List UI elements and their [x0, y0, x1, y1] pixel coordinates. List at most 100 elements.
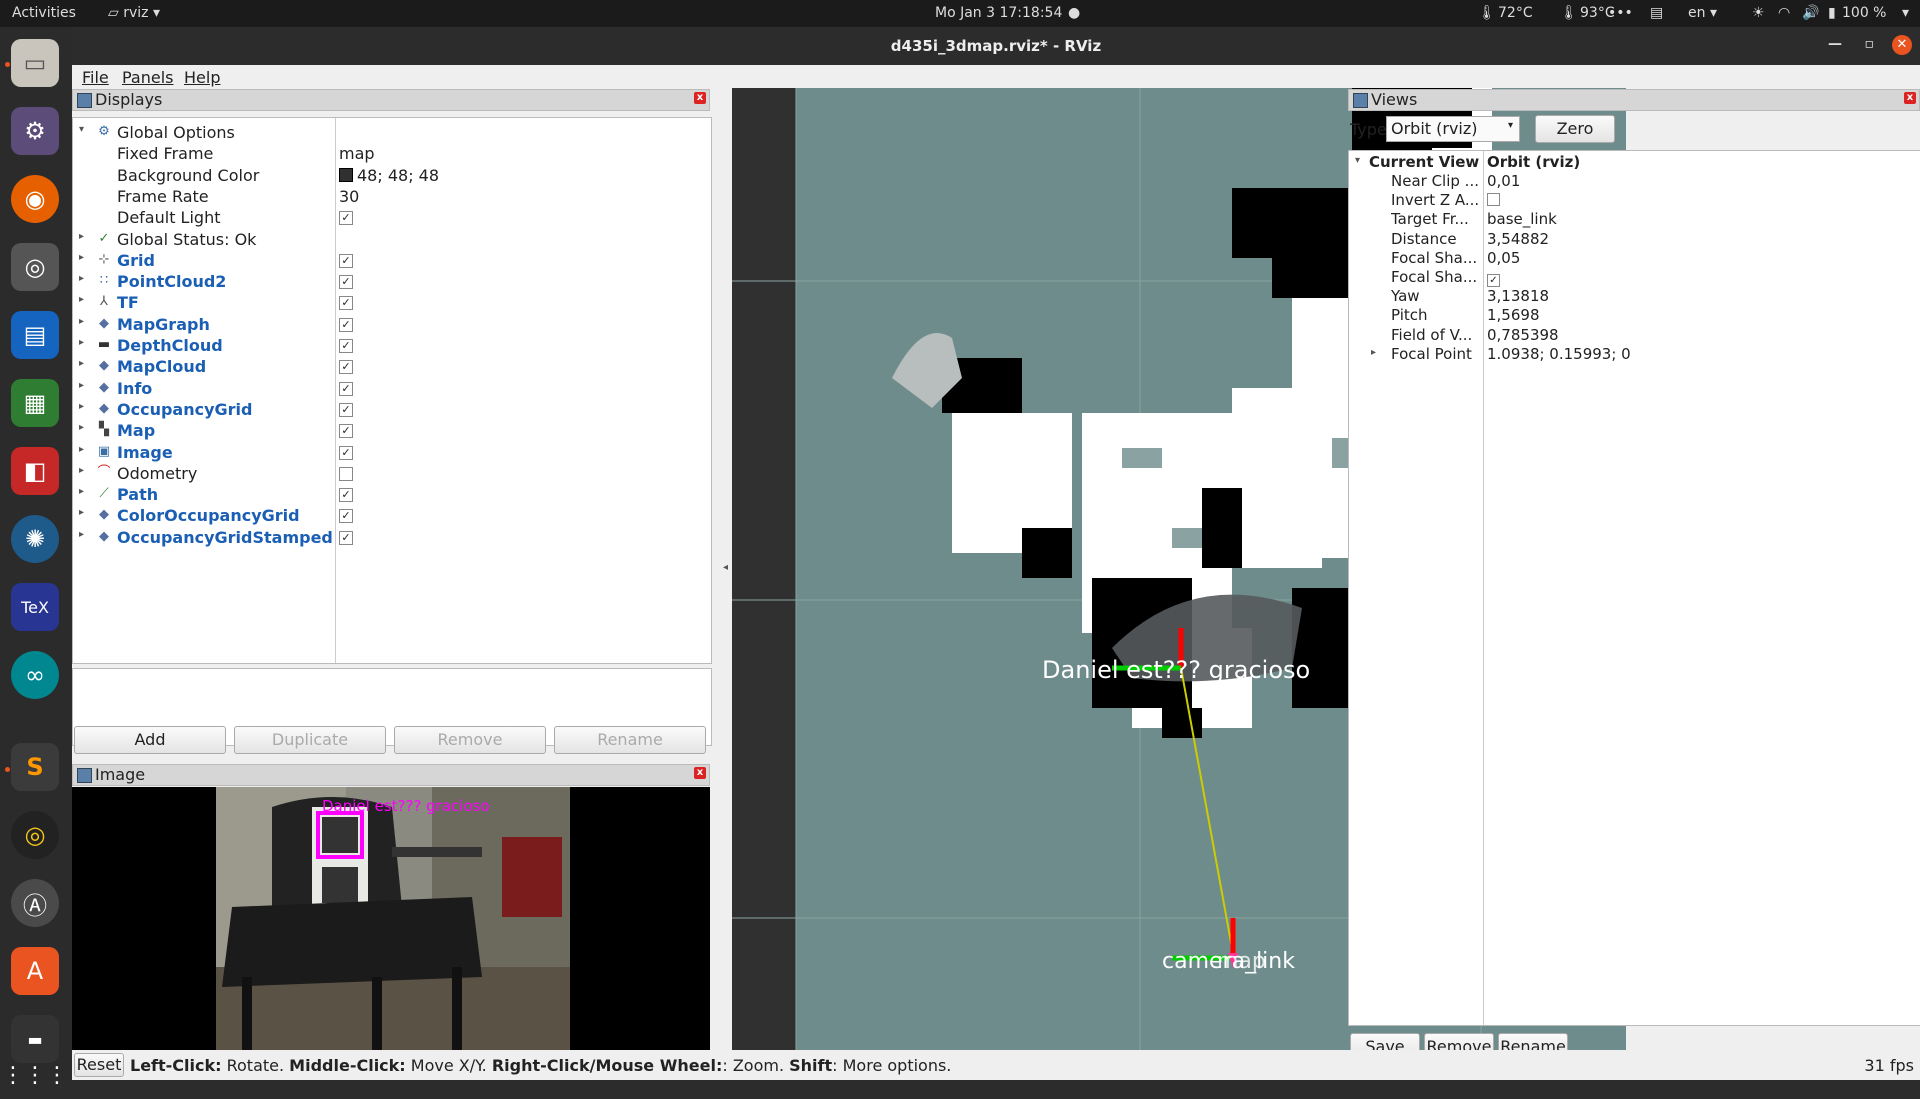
enable-checkbox[interactable]: ✓ [339, 360, 353, 375]
expand-arrow-icon[interactable]: ▸ [79, 422, 84, 433]
camera-icon[interactable]: ◎ [11, 243, 59, 291]
enable-checkbox[interactable] [339, 466, 353, 481]
arduino-icon[interactable]: ∞ [11, 651, 59, 699]
expand-arrow-icon[interactable]: ▸ [79, 380, 84, 391]
view-property-value[interactable]: 0,05 [1487, 249, 1520, 267]
expand-arrow-icon[interactable]: ▸ [79, 358, 84, 369]
enable-checkbox[interactable]: ✓ [339, 253, 353, 268]
calc-icon[interactable]: ▦ [11, 379, 59, 427]
display-row[interactable]: ▸ ▬ DepthCloud ✓ [73, 335, 711, 356]
show-apps-icon[interactable]: ⋮⋮⋮ [2, 1051, 68, 1099]
display-row[interactable]: ▸ ◆ OccupancyGrid ✓ [73, 399, 711, 420]
view-property-row[interactable]: Distance 3,54882 [1349, 230, 1920, 249]
expand-arrow-icon[interactable]: ▸ [79, 316, 84, 327]
display-row[interactable]: ▸ ▣ Image ✓ [73, 442, 711, 463]
menu-file[interactable]: File [82, 68, 109, 87]
expand-arrow-icon[interactable]: ▾ [79, 124, 84, 135]
close-panel-icon[interactable]: x [1904, 92, 1916, 104]
display-row[interactable]: ▸ ✓ Global Status: Ok [73, 229, 711, 250]
enable-checkbox[interactable]: ✓ [339, 509, 353, 524]
expand-arrow-icon[interactable]: ▸ [79, 444, 84, 455]
clock[interactable]: Mo Jan 3 17:18:54 [935, 5, 1062, 21]
view-property-value[interactable]: ✓ [1487, 268, 1500, 287]
close-panel-icon[interactable]: x [694, 92, 706, 104]
minimize-icon[interactable]: — [1828, 36, 1842, 52]
expand-arrow-icon[interactable]: ▸ [79, 231, 84, 242]
display-row[interactable]: Fixed Frame map [73, 143, 711, 164]
display-row[interactable]: ▸ ⟋ Path ✓ [73, 484, 711, 505]
software-icon[interactable]: A [11, 947, 59, 995]
view-property-value[interactable]: 1,5698 [1487, 306, 1540, 324]
view-property-value[interactable]: base_link [1487, 210, 1557, 228]
enable-checkbox[interactable]: ✓ [339, 402, 353, 417]
view-property-value[interactable]: 3,54882 [1487, 230, 1549, 248]
display-row[interactable]: ▸ ◆ Info ✓ [73, 378, 711, 399]
enable-checkbox[interactable]: ✓ [339, 381, 353, 396]
files-icon[interactable]: ▭ [11, 39, 59, 87]
property-checkbox[interactable] [1487, 193, 1500, 207]
volume-icon[interactable]: 🔊 [1802, 5, 1819, 21]
property-checkbox[interactable]: ✓ [1487, 274, 1500, 287]
remove-button[interactable]: Remove [394, 726, 546, 754]
display-row[interactable]: ▸ ▚ Map ✓ [73, 420, 711, 441]
expand-arrow-icon[interactable]: ▸ [79, 486, 84, 497]
reset-button[interactable]: Reset [74, 1053, 124, 1077]
view-property-value[interactable]: 3,13818 [1487, 287, 1549, 305]
display-row[interactable]: ▸ ⊹ Grid ✓ [73, 250, 711, 271]
view-property-value[interactable]: 0,01 [1487, 172, 1520, 190]
view-property-value[interactable] [1487, 191, 1500, 209]
enable-checkbox[interactable]: ✓ [339, 339, 353, 353]
settings-icon[interactable]: ⚙ [11, 107, 59, 155]
view-type-select[interactable]: Orbit (rviz) ▾ [1386, 116, 1520, 142]
display-row[interactable]: ▸ ◆ MapGraph ✓ [73, 314, 711, 335]
app-center-icon[interactable]: Ⓐ [11, 879, 59, 927]
enable-checkbox[interactable]: ✓ [339, 424, 353, 439]
add-button[interactable]: Add [74, 726, 226, 754]
cpu-temp[interactable]: 72°C [1498, 5, 1533, 21]
view-property-row[interactable]: Yaw 3,13818 [1349, 287, 1920, 306]
collapse-left-arrow-icon[interactable]: ◂ [723, 562, 728, 573]
display-row[interactable]: Default Light ✓ [73, 207, 711, 228]
display-row[interactable]: ▸ ⌒ Odometry [73, 463, 711, 484]
color-swatch[interactable] [339, 167, 353, 182]
display-row[interactable]: Frame Rate 30 [73, 186, 711, 207]
view-property-row[interactable]: Focal Sha... 0,05 [1349, 249, 1920, 268]
zero-button[interactable]: Zero [1535, 115, 1615, 143]
writer-icon[interactable]: ▤ [11, 311, 59, 359]
blender-icon[interactable]: ✺ [11, 515, 59, 563]
expand-arrow-icon[interactable]: ▸ [79, 273, 84, 284]
view-property-row[interactable]: Field of V... 0,785398 [1349, 326, 1920, 345]
expand-arrow-icon[interactable]: ▸ [1371, 347, 1376, 358]
view-property-row[interactable]: Pitch 1,5698 [1349, 306, 1920, 325]
enable-checkbox[interactable]: ✓ [339, 445, 353, 460]
view-property-value[interactable]: 0,785398 [1487, 326, 1559, 344]
rename-button[interactable]: Rename [554, 726, 706, 754]
view-property-row[interactable]: Focal Sha... ✓ [1349, 268, 1920, 287]
display-row[interactable]: Background Color 48; 48; 48 [73, 165, 711, 186]
expand-arrow-icon[interactable]: ▸ [79, 401, 84, 412]
camera-image-view[interactable]: Daniel est??? gracioso [72, 787, 710, 1059]
sublime-icon[interactable]: S [11, 743, 59, 791]
display-value[interactable]: 48; 48; 48 [339, 166, 439, 185]
display-value[interactable]: map [339, 144, 375, 163]
menu-help[interactable]: Help [184, 68, 220, 87]
expand-arrow-icon[interactable]: ▸ [79, 507, 84, 518]
view-property-row[interactable]: Near Clip ... 0,01 [1349, 172, 1920, 191]
display-row[interactable]: ▸ ∷ PointCloud2 ✓ [73, 271, 711, 292]
expand-arrow-icon[interactable]: ▸ [79, 252, 84, 263]
system-menu-arrow-icon[interactable]: ▾ [1902, 5, 1909, 21]
displays-tree[interactable]: ▾ ⚙ Global Options Fixed Frame map Background… [72, 117, 712, 664]
view-property-value[interactable]: 1.0938; 0.15993; 0 [1487, 345, 1631, 363]
display-row[interactable]: ▸ ◆ OccupancyGridStamped ✓ [73, 527, 711, 548]
tex-icon[interactable]: TeX [11, 583, 59, 631]
apps-grid-icon[interactable]: ◧ [11, 447, 59, 495]
view-properties[interactable]: ▾ Current View Orbit (rviz) Near Clip ... 0,… [1348, 150, 1920, 1026]
view-property-row[interactable]: Target Fr... base_link [1349, 210, 1920, 229]
wifi-icon[interactable]: ◠ [1778, 5, 1790, 21]
current-view-row[interactable]: ▾ Current View Orbit (rviz) [1349, 153, 1920, 172]
language-selector[interactable]: en ▾ [1688, 5, 1717, 21]
expand-arrow-icon[interactable]: ▸ [79, 465, 84, 476]
battery-icon[interactable]: ▮ [1828, 5, 1836, 21]
display-value[interactable]: 30 [339, 187, 359, 206]
display-row[interactable]: ▸ ◆ MapCloud ✓ [73, 356, 711, 377]
